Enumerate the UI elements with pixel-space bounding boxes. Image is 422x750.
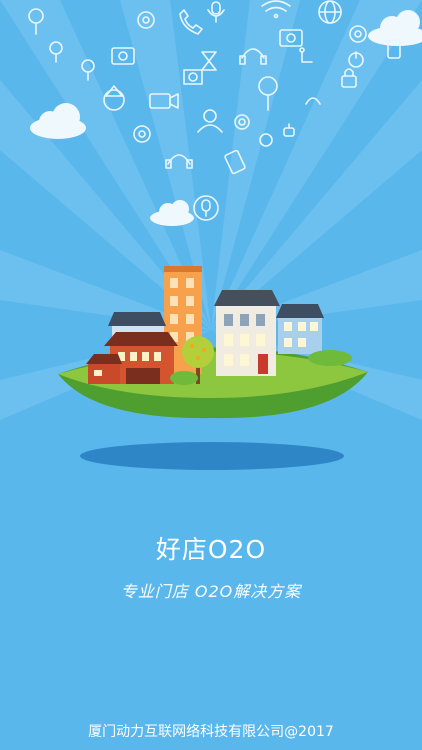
building-blue-right bbox=[276, 304, 324, 354]
app-tagline: 专业门店 O2O解决方案 bbox=[120, 582, 302, 601]
building-small-left bbox=[86, 354, 122, 384]
app-title: 好店O2O bbox=[155, 535, 267, 564]
island-shadow bbox=[80, 442, 344, 470]
building-grey-right bbox=[214, 290, 280, 376]
splash-illustration bbox=[0, 0, 422, 750]
splash-screen: 好店O2O 专业门店 O2O解决方案 厦门动力互联网络科技有限公司@2017 bbox=[0, 0, 422, 750]
copyright-text: 厦门动力互联网络科技有限公司@2017 bbox=[88, 724, 334, 740]
